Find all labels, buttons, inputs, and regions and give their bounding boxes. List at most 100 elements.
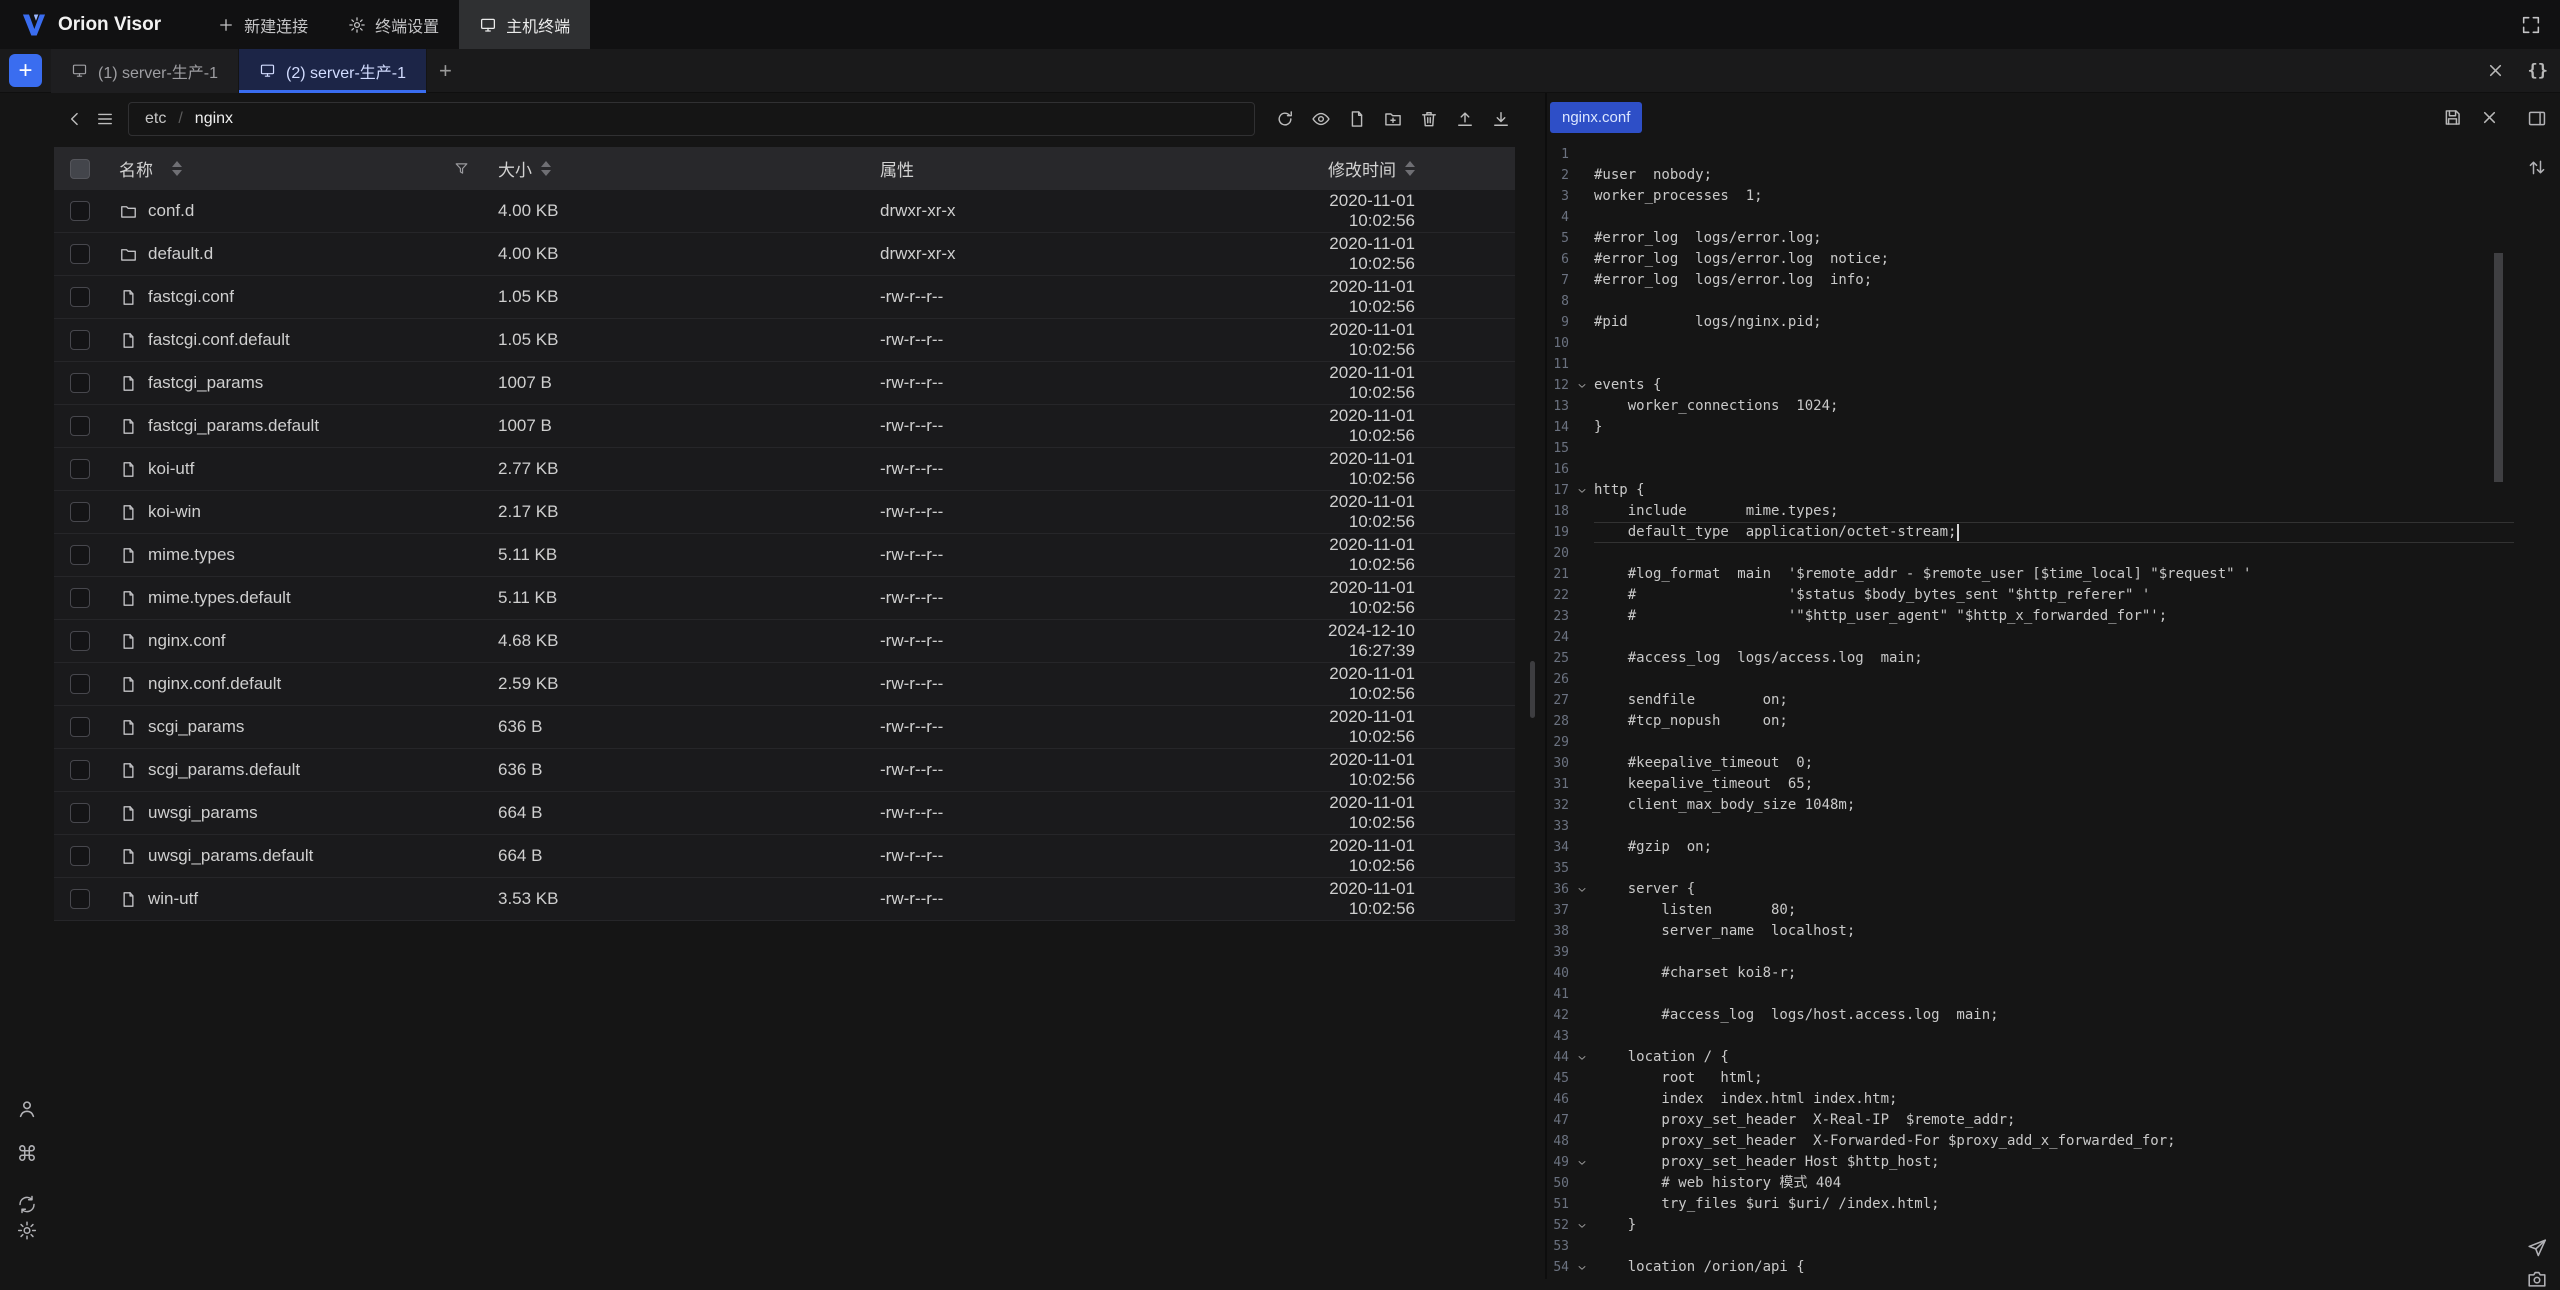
file-name[interactable]: win-utf — [148, 889, 198, 909]
refresh-button[interactable] — [1267, 104, 1303, 134]
code-line[interactable]: 46 index index.html index.htm; — [1547, 1089, 2514, 1110]
send-command-icon[interactable] — [2526, 1237, 2548, 1259]
table-row[interactable]: nginx.conf 4.68 KB -rw-r--r-- 2024-12-10… — [54, 620, 1515, 663]
sort-name-icon[interactable] — [172, 161, 182, 176]
file-name[interactable]: default.d — [148, 244, 213, 264]
row-checkbox[interactable] — [70, 889, 90, 909]
code-line[interactable]: 11 — [1547, 354, 2514, 375]
delete-button[interactable] — [1411, 104, 1447, 134]
fold-chevron-icon[interactable] — [1569, 338, 1594, 350]
new-terminal-button[interactable]: + — [9, 54, 42, 87]
code-line[interactable]: 49 proxy_set_header Host $http_host; — [1547, 1152, 2514, 1173]
code-line[interactable]: 13 worker_connections 1024; — [1547, 396, 2514, 417]
file-name[interactable]: fastcgi_params — [148, 373, 263, 393]
menu-new-connection[interactable]: 新建连接 — [197, 0, 328, 49]
fold-chevron-icon[interactable] — [1569, 233, 1594, 245]
code-line[interactable]: 44 location / { — [1547, 1047, 2514, 1068]
fold-chevron-icon[interactable] — [1569, 716, 1594, 728]
code-line[interactable]: 4 — [1547, 207, 2514, 228]
fold-chevron-icon[interactable] — [1569, 1052, 1594, 1064]
code-line[interactable]: 27 sendfile on; — [1547, 690, 2514, 711]
fold-chevron-icon[interactable] — [1569, 1262, 1594, 1274]
fold-chevron-icon[interactable] — [1569, 884, 1594, 896]
fold-chevron-icon[interactable] — [1569, 842, 1594, 854]
row-checkbox[interactable] — [70, 416, 90, 436]
fold-chevron-icon[interactable] — [1569, 926, 1594, 938]
table-row[interactable]: scgi_params 636 B -rw-r--r-- 2020-11-01 … — [54, 706, 1515, 749]
file-name[interactable]: koi-win — [148, 502, 201, 522]
code-line[interactable]: 39 — [1547, 942, 2514, 963]
table-row[interactable]: fastcgi.conf 1.05 KB -rw-r--r-- 2020-11-… — [54, 276, 1515, 319]
row-checkbox[interactable] — [70, 244, 90, 264]
code-line[interactable]: 53 — [1547, 1236, 2514, 1257]
code-line[interactable]: 42 #access_log logs/host.access.log main… — [1547, 1005, 2514, 1026]
code-line[interactable]: 34 #gzip on; — [1547, 837, 2514, 858]
new-folder-button[interactable] — [1375, 104, 1411, 134]
header-name[interactable]: 名称 — [119, 156, 153, 181]
fold-chevron-icon[interactable] — [1569, 1136, 1594, 1148]
table-row[interactable]: default.d 4.00 KB drwxr-xr-x 2020-11-01 … — [54, 233, 1515, 276]
header-mtime[interactable]: 修改时间 — [1328, 156, 1396, 181]
row-checkbox[interactable] — [70, 287, 90, 307]
fold-chevron-icon[interactable] — [1569, 380, 1594, 392]
file-name[interactable]: conf.d — [148, 201, 194, 221]
code-line[interactable]: 40 #charset koi8-r; — [1547, 963, 2514, 984]
upload-button[interactable] — [1447, 104, 1483, 134]
code-line[interactable]: 48 proxy_set_header X-Forwarded-For $pro… — [1547, 1131, 2514, 1152]
code-line[interactable]: 29 — [1547, 732, 2514, 753]
code-line[interactable]: 1 — [1547, 144, 2514, 165]
fold-chevron-icon[interactable] — [1569, 653, 1594, 665]
code-line[interactable]: 30 #keepalive_timeout 0; — [1547, 753, 2514, 774]
command-shortcut-icon[interactable]: ⌘ — [17, 1142, 38, 1167]
fold-chevron-icon[interactable] — [1569, 758, 1594, 770]
code-line[interactable]: 25 #access_log logs/access.log main; — [1547, 648, 2514, 669]
sort-mtime-icon[interactable] — [1405, 161, 1415, 176]
code-line[interactable]: 2 #user nobody; — [1547, 165, 2514, 186]
fullscreen-icon[interactable] — [2520, 14, 2542, 36]
code-editor[interactable]: 1 2 #user nobody; 3 worker_processes 1; … — [1547, 142, 2514, 1279]
fold-chevron-icon[interactable] — [1569, 1115, 1594, 1127]
file-name[interactable]: scgi_params.default — [148, 760, 300, 780]
add-tab-button[interactable]: + — [439, 58, 452, 84]
fold-chevron-icon[interactable] — [1569, 1178, 1594, 1190]
row-checkbox[interactable] — [70, 201, 90, 221]
fold-chevron-icon[interactable] — [1569, 191, 1594, 203]
file-name[interactable]: scgi_params — [148, 717, 244, 737]
fold-chevron-icon[interactable] — [1569, 674, 1594, 686]
code-line[interactable]: 21 #log_format main '$remote_addr - $rem… — [1547, 564, 2514, 585]
file-name[interactable]: mime.types.default — [148, 588, 291, 608]
fold-chevron-icon[interactable] — [1569, 254, 1594, 266]
row-checkbox[interactable] — [70, 760, 90, 780]
fold-chevron-icon[interactable] — [1569, 1199, 1594, 1211]
file-name[interactable]: nginx.conf — [148, 631, 226, 651]
braces-icon[interactable]: {} — [2528, 61, 2548, 81]
sort-size-icon[interactable] — [541, 161, 551, 176]
new-file-button[interactable] — [1339, 104, 1375, 134]
select-all-checkbox[interactable] — [70, 159, 90, 179]
code-line[interactable]: 10 — [1547, 333, 2514, 354]
user-icon[interactable] — [16, 1098, 38, 1120]
menu-terminal-settings[interactable]: 终端设置 — [328, 0, 459, 49]
fold-chevron-icon[interactable] — [1569, 737, 1594, 749]
fold-chevron-icon[interactable] — [1569, 779, 1594, 791]
fold-chevron-icon[interactable] — [1569, 695, 1594, 707]
fold-chevron-icon[interactable] — [1569, 485, 1594, 497]
fold-chevron-icon[interactable] — [1569, 863, 1594, 875]
close-panel-icon[interactable] — [2485, 60, 2506, 81]
file-name[interactable]: nginx.conf.default — [148, 674, 281, 694]
fold-chevron-icon[interactable] — [1569, 1241, 1594, 1253]
code-line[interactable]: 47 proxy_set_header X-Real-IP $remote_ad… — [1547, 1110, 2514, 1131]
fold-chevron-icon[interactable] — [1569, 947, 1594, 959]
fold-chevron-icon[interactable] — [1569, 1094, 1594, 1106]
code-line[interactable]: 12 events { — [1547, 375, 2514, 396]
fold-chevron-icon[interactable] — [1569, 443, 1594, 455]
row-checkbox[interactable] — [70, 459, 90, 479]
table-row[interactable]: mime.types.default 5.11 KB -rw-r--r-- 20… — [54, 577, 1515, 620]
back-button[interactable] — [60, 104, 90, 134]
close-editor-icon[interactable] — [2479, 107, 2500, 128]
editor-file-tab[interactable]: nginx.conf — [1550, 102, 1642, 133]
fold-chevron-icon[interactable] — [1569, 275, 1594, 287]
fold-chevron-icon[interactable] — [1569, 800, 1594, 812]
code-line[interactable]: 51 try_files $uri $uri/ /index.html; — [1547, 1194, 2514, 1215]
row-checkbox[interactable] — [70, 803, 90, 823]
